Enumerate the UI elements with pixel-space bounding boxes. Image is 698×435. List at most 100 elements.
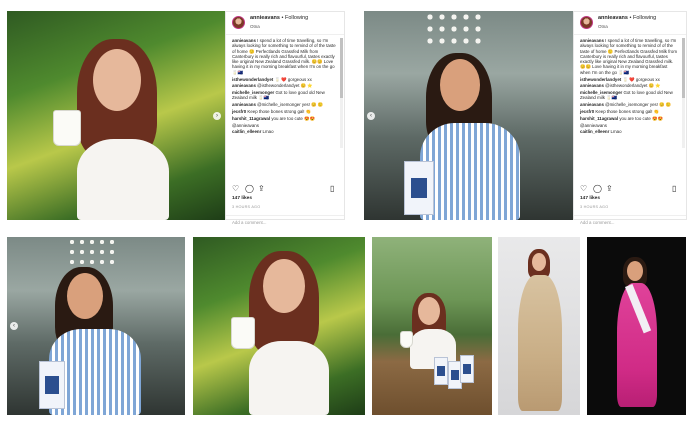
instagram-post-panel-2: annieavans • Following Otna annieavans I…	[573, 11, 687, 225]
avatar[interactable]	[580, 16, 593, 29]
username-text[interactable]: annieavans	[250, 15, 280, 21]
comment-text: I spend a lot of time travelling, so I'm…	[580, 38, 677, 75]
comment: annieavans I spend a lot of time travell…	[580, 38, 678, 75]
photo-subject-top	[420, 123, 520, 220]
username[interactable]: annieavans • Following	[598, 15, 656, 21]
bookmark-icon[interactable]: ▯	[330, 184, 334, 193]
comment-user[interactable]: jecsfr0	[232, 109, 246, 114]
comment-text: @isthewonderlandyet 😊 ⭐	[257, 83, 313, 89]
comment-text: Lmao	[262, 129, 274, 135]
comment: @annieavans	[580, 123, 678, 128]
comment: annieavans @michelle_isemonger yes! 😊 🙂	[580, 102, 678, 107]
gallery-photo-porch	[7, 237, 185, 415]
comment-text[interactable]: @annieavans	[232, 123, 259, 128]
photo-subject-face	[263, 259, 305, 313]
comment: jecsfr0 Keep those bones strong gal! 👏	[232, 109, 336, 114]
comment-icon[interactable]: ◯	[245, 184, 254, 193]
location[interactable]: Otna	[598, 24, 608, 29]
comment: caitlin_elleenr Lmao	[232, 129, 336, 134]
comment-user[interactable]: annieavans	[232, 83, 256, 88]
flowers	[67, 237, 117, 267]
comment-user[interactable]: annieavans	[580, 102, 604, 107]
action-bar: ♡ ◯ ⇪ ▯	[580, 184, 681, 194]
share-icon[interactable]: ⇪	[258, 184, 265, 193]
username-text[interactable]: annieavans	[598, 15, 628, 21]
post-timestamp: 3 HOURS AGO	[232, 205, 261, 209]
gold-gown	[518, 275, 562, 411]
prev-photo-button[interactable]: ‹	[367, 112, 375, 120]
photo-subject-face	[418, 297, 440, 325]
comment: harshit_11agrawal you are too cute 😍😍	[580, 116, 678, 121]
following-label[interactable]: • Following	[630, 15, 657, 21]
comment: annieavans I spend a lot of time travell…	[232, 38, 336, 75]
comment-text[interactable]: @annieavans	[580, 123, 607, 128]
prev-photo-button[interactable]: ‹	[10, 322, 18, 330]
comments-scrollbar[interactable]	[682, 38, 685, 148]
add-comment-input[interactable]: Add a comment...	[226, 215, 344, 229]
location[interactable]: Otna	[250, 24, 260, 29]
comments-scrollbar[interactable]	[340, 38, 343, 148]
comment-user[interactable]: caitlin_elleenr	[232, 129, 261, 134]
comment-icon[interactable]: ◯	[593, 184, 602, 193]
comment: annieavans @isthewonderlandyet 😊 ⭐	[580, 83, 678, 88]
username[interactable]: annieavans • Following	[250, 15, 308, 21]
photo-subject-top	[249, 341, 329, 415]
post-photo-1	[7, 11, 225, 220]
post-timestamp: 3 HOURS AGO	[580, 205, 609, 209]
milk-glass	[53, 110, 81, 146]
scrollbar-thumb[interactable]	[340, 38, 343, 98]
comment: annieavans @isthewonderlandyet 😊 ⭐	[232, 83, 336, 88]
heart-icon[interactable]: ♡	[232, 184, 239, 193]
gallery-photo-deck	[372, 237, 492, 415]
action-bar: ♡ ◯ ⇪ ▯	[232, 184, 338, 194]
comment-user[interactable]: harshit_11agrawal	[232, 116, 270, 121]
comment-text: you are too cute 😍😍	[271, 115, 315, 121]
next-photo-button[interactable]: ›	[213, 112, 221, 120]
likes-count[interactable]: 147 likes	[232, 196, 252, 201]
comment-user[interactable]: harshit_11agrawal	[580, 116, 618, 121]
add-comment-input[interactable]: Add a comment...	[574, 215, 686, 229]
milk-carton	[434, 357, 448, 385]
comment-user[interactable]: annieavans	[580, 83, 604, 88]
milk-carton	[39, 361, 65, 409]
comment-user[interactable]: isthewonderlandyet	[580, 77, 621, 82]
flowers	[424, 11, 484, 46]
comment-text: @isthewonderlandyet 😊 ⭐	[605, 83, 661, 89]
photo-subject-face	[627, 261, 643, 281]
comment-text: Lmao	[610, 129, 622, 135]
comment-text: @michelle_isemonger yes! 😊 🙂	[257, 102, 324, 108]
comment-user[interactable]: jecsfr0	[580, 109, 594, 114]
photo-subject-face	[440, 59, 480, 111]
comment-user[interactable]: caitlin_elleenr	[580, 129, 609, 134]
gallery-photo-gold-gown	[498, 237, 580, 415]
comment-user[interactable]: annieavans	[232, 102, 256, 107]
following-label[interactable]: • Following	[282, 15, 309, 21]
comments-list: annieavans I spend a lot of time travell…	[232, 38, 336, 136]
post-header: annieavans • Following Otna	[226, 12, 344, 35]
comment: annieavans @michelle_isemonger yes! 😊 🙂	[232, 102, 336, 107]
comment-user[interactable]: michelle_isemonger	[580, 90, 622, 95]
comment-user[interactable]: annieavans	[232, 38, 256, 43]
post-header: annieavans • Following Otna	[574, 12, 686, 35]
instagram-post-panel-1: annieavans • Following Otna annieavans I…	[225, 11, 345, 225]
photo-subject-face	[67, 273, 103, 319]
comment-text: I spend a lot of time travelling, so I'm…	[232, 38, 336, 75]
comment: @annieavans	[232, 123, 336, 128]
comment-text: 🥛 ❤️ gorgeous xx	[622, 76, 660, 82]
comment-user[interactable]: michelle_isemonger	[232, 90, 274, 95]
comment: isthewonderlandyet 🥛 ❤️ gorgeous xx	[580, 77, 678, 82]
bookmark-icon[interactable]: ▯	[672, 184, 676, 193]
comment: isthewonderlandyet 🥛 ❤️ gorgeous xx	[232, 77, 336, 82]
share-icon[interactable]: ⇪	[606, 184, 613, 193]
comment: michelle_isemonger Got to love good old …	[580, 90, 678, 101]
comment-user[interactable]: isthewonderlandyet	[232, 77, 273, 82]
comments-list: annieavans I spend a lot of time travell…	[580, 38, 678, 136]
milk-carton	[460, 355, 474, 383]
comment-user[interactable]: annieavans	[580, 38, 604, 43]
likes-count[interactable]: 147 likes	[580, 196, 600, 201]
avatar[interactable]	[232, 16, 245, 29]
heart-icon[interactable]: ♡	[580, 184, 587, 193]
scrollbar-thumb[interactable]	[682, 38, 685, 98]
comment: michelle_isemonger Got to love good old …	[232, 90, 336, 101]
gallery-photo-pink-gown	[587, 237, 686, 415]
